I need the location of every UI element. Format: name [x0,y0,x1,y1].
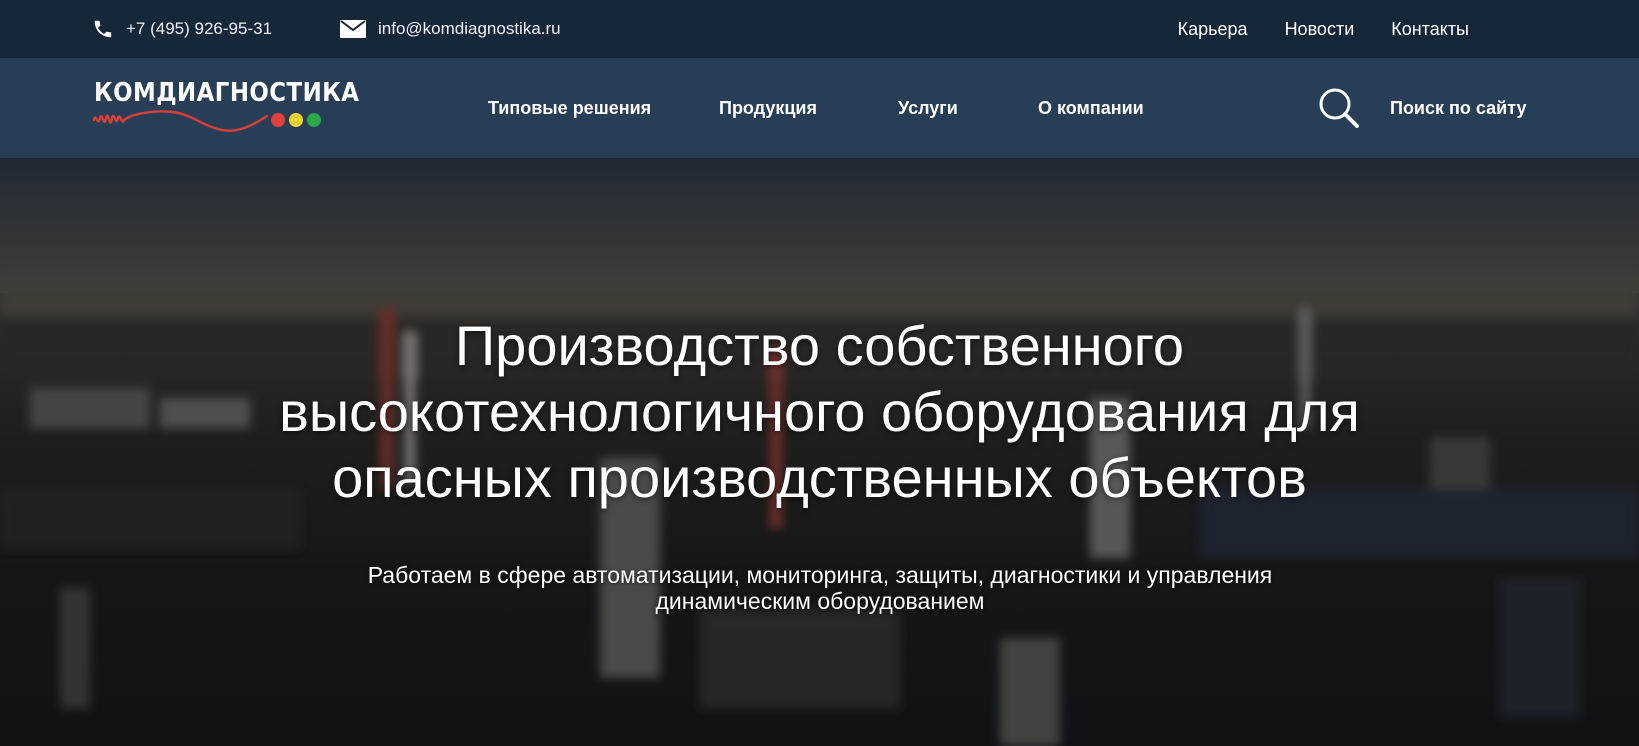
top-link-career[interactable]: Карьера [1178,19,1248,40]
hero-subtitle-line-1: Работаем в сфере автоматизации, монитори… [367,562,1273,588]
logo-text: КОМДИАГНОСТИКА [94,78,360,108]
top-link-contacts[interactable]: Контакты [1391,19,1469,40]
hero-subtitle-line-2: динамическим оборудованием [655,588,985,614]
top-links: Карьера Новости Контакты [1178,0,1469,58]
top-bar: +7 (495) 926-95-31 info@komdiagnostika.r… [0,0,1639,58]
hero-title-line-3: опасных производственных объектов [332,446,1307,509]
phone-number[interactable]: +7 (495) 926-95-31 [126,19,272,39]
phone-icon [92,18,114,40]
menu-item-services[interactable]: Услуги [898,58,958,158]
hero-banner: Производство собственного высокотехнолог… [0,158,1639,746]
phone-contact[interactable]: +7 (495) 926-95-31 [92,0,272,58]
envelope-icon [340,20,366,38]
menu-item-about[interactable]: О компании [1038,58,1144,158]
hero-title-line-2: высокотехнологичного оборудования для [279,380,1360,443]
hero-title-line-1: Производство собственного [454,314,1185,377]
hero-title: Производство собственного высокотехнолог… [0,313,1639,511]
top-link-news[interactable]: Новости [1285,19,1355,40]
logo-wave-graphic [92,110,321,132]
main-navbar: КОМДИАГНОСТИКА Типовые решения Продукция… [0,58,1639,158]
menu-item-products[interactable]: Продукция [719,58,817,158]
site-search-button[interactable]: Поиск по сайту [1318,58,1526,158]
email-contact[interactable]: info@komdiagnostika.ru [340,0,561,58]
hero-subtitle: Работаем в сфере автоматизации, монитори… [260,562,1380,614]
search-label: Поиск по сайту [1390,97,1527,118]
menu-item-typical-solutions[interactable]: Типовые решения [488,58,651,158]
email-address[interactable]: info@komdiagnostika.ru [378,19,561,39]
logo[interactable]: КОМДИАГНОСТИКА [92,78,359,140]
magnifier-icon [1318,87,1360,129]
